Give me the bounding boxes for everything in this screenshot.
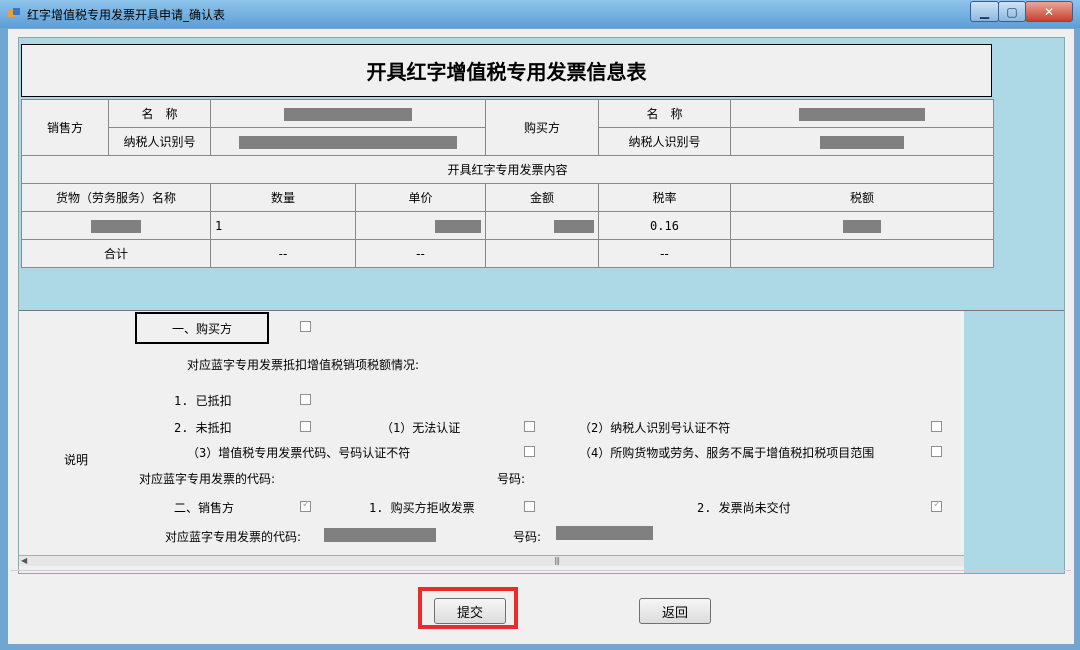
cell-quantity[interactable]: 1	[210, 211, 356, 240]
buyer-rejected-label: 1. 购买方拒收发票	[369, 501, 475, 515]
buyer-label: 购买方	[485, 99, 599, 156]
cell-unit-price[interactable]	[355, 211, 486, 240]
seller-section-label: 二、销售方	[174, 501, 235, 515]
deduction-question: 对应蓝字专用发票抵扣增值税销项税额情况:	[187, 358, 420, 372]
not-deducted-checkbox[interactable]	[300, 421, 311, 432]
blue-code-label-2: 对应蓝字专用发票的代码:	[165, 530, 302, 544]
cell-goods-name[interactable]	[21, 211, 211, 240]
reason3-checkbox[interactable]	[524, 446, 535, 457]
buyer-section-label: 一、购买方	[135, 312, 269, 344]
redacted-block	[843, 219, 881, 233]
not-deducted-label: 2. 未抵扣	[174, 421, 232, 435]
number-value	[556, 526, 653, 540]
buyer-name-value	[730, 99, 994, 128]
cell-amount[interactable]	[485, 211, 599, 240]
total-label: 合计	[21, 239, 211, 268]
scroll-grip-icon[interactable]: |||	[554, 556, 560, 565]
seller-tax-id-label: 纳税人识别号	[108, 127, 211, 156]
reason4-checkbox[interactable]	[931, 446, 942, 457]
form-title: 开具红字增值税专用发票信息表	[21, 44, 992, 97]
blue-code-label: 对应蓝字专用发票的代码:	[139, 472, 276, 486]
total-unit-price: --	[355, 239, 486, 268]
buyer-rejected-checkbox[interactable]	[524, 501, 535, 512]
number-label: 号码:	[497, 472, 526, 486]
back-button[interactable]: 返回	[639, 598, 711, 624]
cell-tax-rate[interactable]: 0.16	[598, 211, 731, 240]
col-amount: 金额	[485, 183, 599, 212]
buyer-name-label: 名 称	[598, 99, 731, 128]
col-goods-name: 货物（劳务服务）名称	[21, 183, 211, 212]
horizontal-scrollbar[interactable]: ◀ |||	[19, 555, 964, 566]
table-row: 1 0.16	[21, 211, 994, 240]
redacted-block	[284, 107, 412, 121]
seller-name-label: 名 称	[108, 99, 211, 128]
total-tax-amount	[730, 239, 994, 268]
reason1-label: （1）无法认证	[381, 421, 461, 435]
redacted-block	[799, 107, 925, 121]
window-title: 红字增值税专用发票开具申请_确认表	[27, 8, 226, 22]
close-button[interactable]: ✕	[1025, 1, 1073, 22]
explain-label: 说明	[64, 453, 89, 467]
buyer-tax-id-value	[730, 127, 994, 156]
title-bar: 红字增值税专用发票开具申请_确认表 ▁ ▢ ✕	[0, 0, 1080, 28]
reason4-label: （4）所购货物或劳务、服务不属于增值税扣税项目范围	[579, 446, 875, 460]
scroll-left-icon[interactable]: ◀	[21, 556, 27, 565]
content-header: 开具红字专用发票内容	[21, 155, 994, 184]
seller-name-value	[210, 99, 486, 128]
seller-label: 销售方	[21, 99, 109, 156]
total-row: 合计 -- -- --	[21, 239, 994, 268]
seller-section-checkbox[interactable]	[300, 499, 311, 512]
deducted-checkbox[interactable]	[300, 394, 311, 405]
seller-tax-id-value	[210, 127, 486, 156]
reason2-checkbox[interactable]	[931, 421, 942, 432]
buyer-tax-id-label: 纳税人识别号	[598, 127, 731, 156]
redacted-block	[435, 219, 481, 233]
total-quantity: --	[210, 239, 356, 268]
total-tax-rate: --	[598, 239, 731, 268]
col-quantity: 数量	[210, 183, 356, 212]
reason2-label: （2）纳税人识别号认证不符	[579, 421, 731, 435]
invoice-info-table: 销售方 名 称 购买方 名 称 纳税人识别号 纳税人识别号 开具红字专用发票内容…	[21, 99, 994, 268]
blue-code-value	[324, 528, 436, 542]
reason3-label: （3）增值税专用发票代码、号码认证不符	[187, 446, 411, 460]
minimize-button[interactable]: ▁	[970, 1, 999, 22]
not-delivered-checkbox[interactable]	[931, 499, 942, 512]
submit-highlight-frame	[418, 587, 518, 629]
cell-tax-amount[interactable]	[730, 211, 994, 240]
form-panel: 开具红字增值税专用发票信息表 销售方 名 称 购买方 名 称 纳税人识别号 纳税…	[18, 37, 1065, 574]
app-icon	[8, 8, 20, 17]
number-label-2: 号码:	[513, 530, 542, 544]
maximize-button[interactable]: ▢	[998, 1, 1026, 22]
col-tax-rate: 税率	[598, 183, 731, 212]
redacted-block	[554, 219, 594, 233]
not-delivered-label: 2. 发票尚未交付	[697, 501, 791, 515]
deducted-label: 1. 已抵扣	[174, 394, 232, 408]
window-body: 开具红字增值税专用发票信息表 销售方 名 称 购买方 名 称 纳税人识别号 纳税…	[7, 28, 1075, 645]
redacted-block	[91, 219, 141, 233]
redacted-block	[239, 135, 457, 149]
redacted-block	[820, 135, 904, 149]
reason1-checkbox[interactable]	[524, 421, 535, 432]
buyer-section-checkbox[interactable]	[300, 321, 311, 332]
total-amount	[485, 239, 599, 268]
col-tax-amount: 税额	[730, 183, 994, 212]
col-unit-price: 单价	[355, 183, 486, 212]
